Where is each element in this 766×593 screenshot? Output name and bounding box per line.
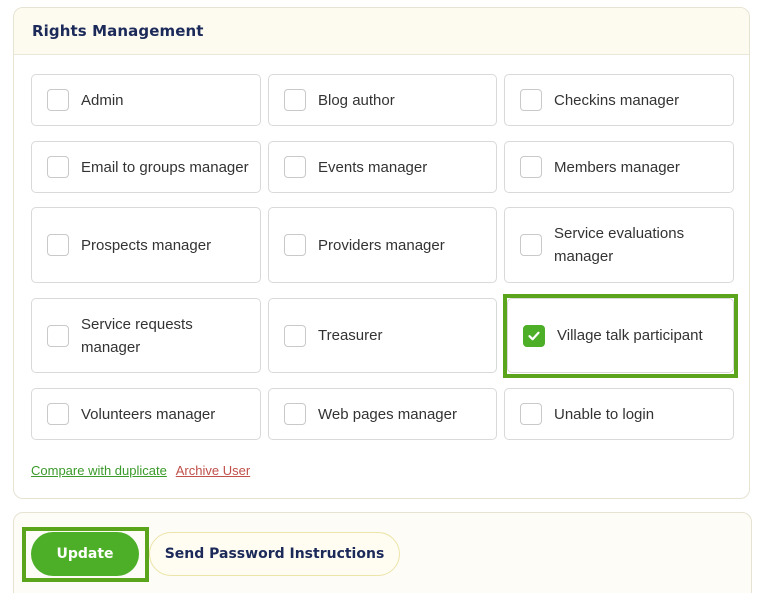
option-label: Volunteers manager [81, 405, 216, 423]
checkbox[interactable] [520, 234, 542, 256]
option-label: Members manager [554, 158, 680, 176]
archive-user-link[interactable]: Archive User [176, 463, 250, 478]
option-providers-manager[interactable]: Providers manager [268, 207, 497, 283]
option-label: Unable to login [554, 405, 655, 423]
checkbox[interactable] [284, 234, 306, 256]
option-label: Checkins manager [554, 91, 680, 109]
option-web-pages-manager[interactable]: Web pages manager [268, 388, 497, 440]
card-title: Rights Management [32, 22, 204, 40]
checkbox[interactable] [47, 403, 69, 425]
checkmark-icon [528, 331, 540, 340]
option-label: Providers manager [318, 236, 445, 254]
option-service-evaluations-manager[interactable]: Service evaluations manager [504, 207, 734, 283]
option-label: Events manager [318, 158, 428, 176]
update-button[interactable]: Update [31, 532, 139, 576]
checkbox-checked[interactable] [523, 324, 545, 347]
option-volunteers-manager[interactable]: Volunteers manager [31, 388, 261, 440]
option-treasurer[interactable]: Treasurer [268, 298, 497, 373]
checkbox[interactable] [520, 156, 542, 178]
option-label: Admin [81, 91, 124, 109]
option-label: Blog author [318, 91, 395, 109]
option-label: Service evaluations manager [554, 225, 685, 265]
checkbox[interactable] [520, 403, 542, 425]
checkbox[interactable] [47, 324, 69, 347]
checkbox[interactable] [47, 156, 69, 178]
option-label: Web pages manager [318, 405, 457, 423]
checkbox[interactable] [284, 89, 306, 111]
option-unable-to-login[interactable]: Unable to login [504, 388, 734, 440]
option-blog-author[interactable]: Blog author [268, 74, 497, 126]
checkbox[interactable] [284, 156, 306, 178]
option-village-talk-participant[interactable]: Village talk participant [507, 298, 734, 373]
card-header: Rights Management [14, 8, 749, 55]
checkbox[interactable] [47, 234, 69, 256]
option-label: Prospects manager [81, 236, 212, 254]
option-checkins-manager[interactable]: Checkins manager [504, 74, 734, 126]
compare-with-duplicate-link[interactable]: Compare with duplicate [31, 463, 167, 478]
checkbox[interactable] [47, 89, 69, 111]
option-admin[interactable]: Admin [31, 74, 261, 126]
option-label: Service requests manager [81, 315, 193, 356]
user-links: Compare with duplicate Archive User [31, 463, 250, 478]
option-label: Treasurer [318, 327, 383, 344]
checkbox[interactable] [284, 403, 306, 425]
option-label: Village talk participant [557, 327, 703, 344]
option-prospects-manager[interactable]: Prospects manager [31, 207, 261, 283]
send-password-instructions-button[interactable]: Send Password Instructions [149, 532, 400, 576]
option-members-manager[interactable]: Members manager [504, 141, 734, 193]
page: Rights Management Admin Blog author Chec… [0, 0, 766, 593]
checkbox[interactable] [520, 89, 542, 111]
checkbox[interactable] [284, 324, 306, 347]
option-email-to-groups-manager[interactable]: Email to groups manager [31, 141, 261, 193]
option-label: Email to groups manager [81, 158, 249, 176]
option-service-requests-manager[interactable]: Service requests manager [31, 298, 261, 373]
option-events-manager[interactable]: Events manager [268, 141, 497, 193]
